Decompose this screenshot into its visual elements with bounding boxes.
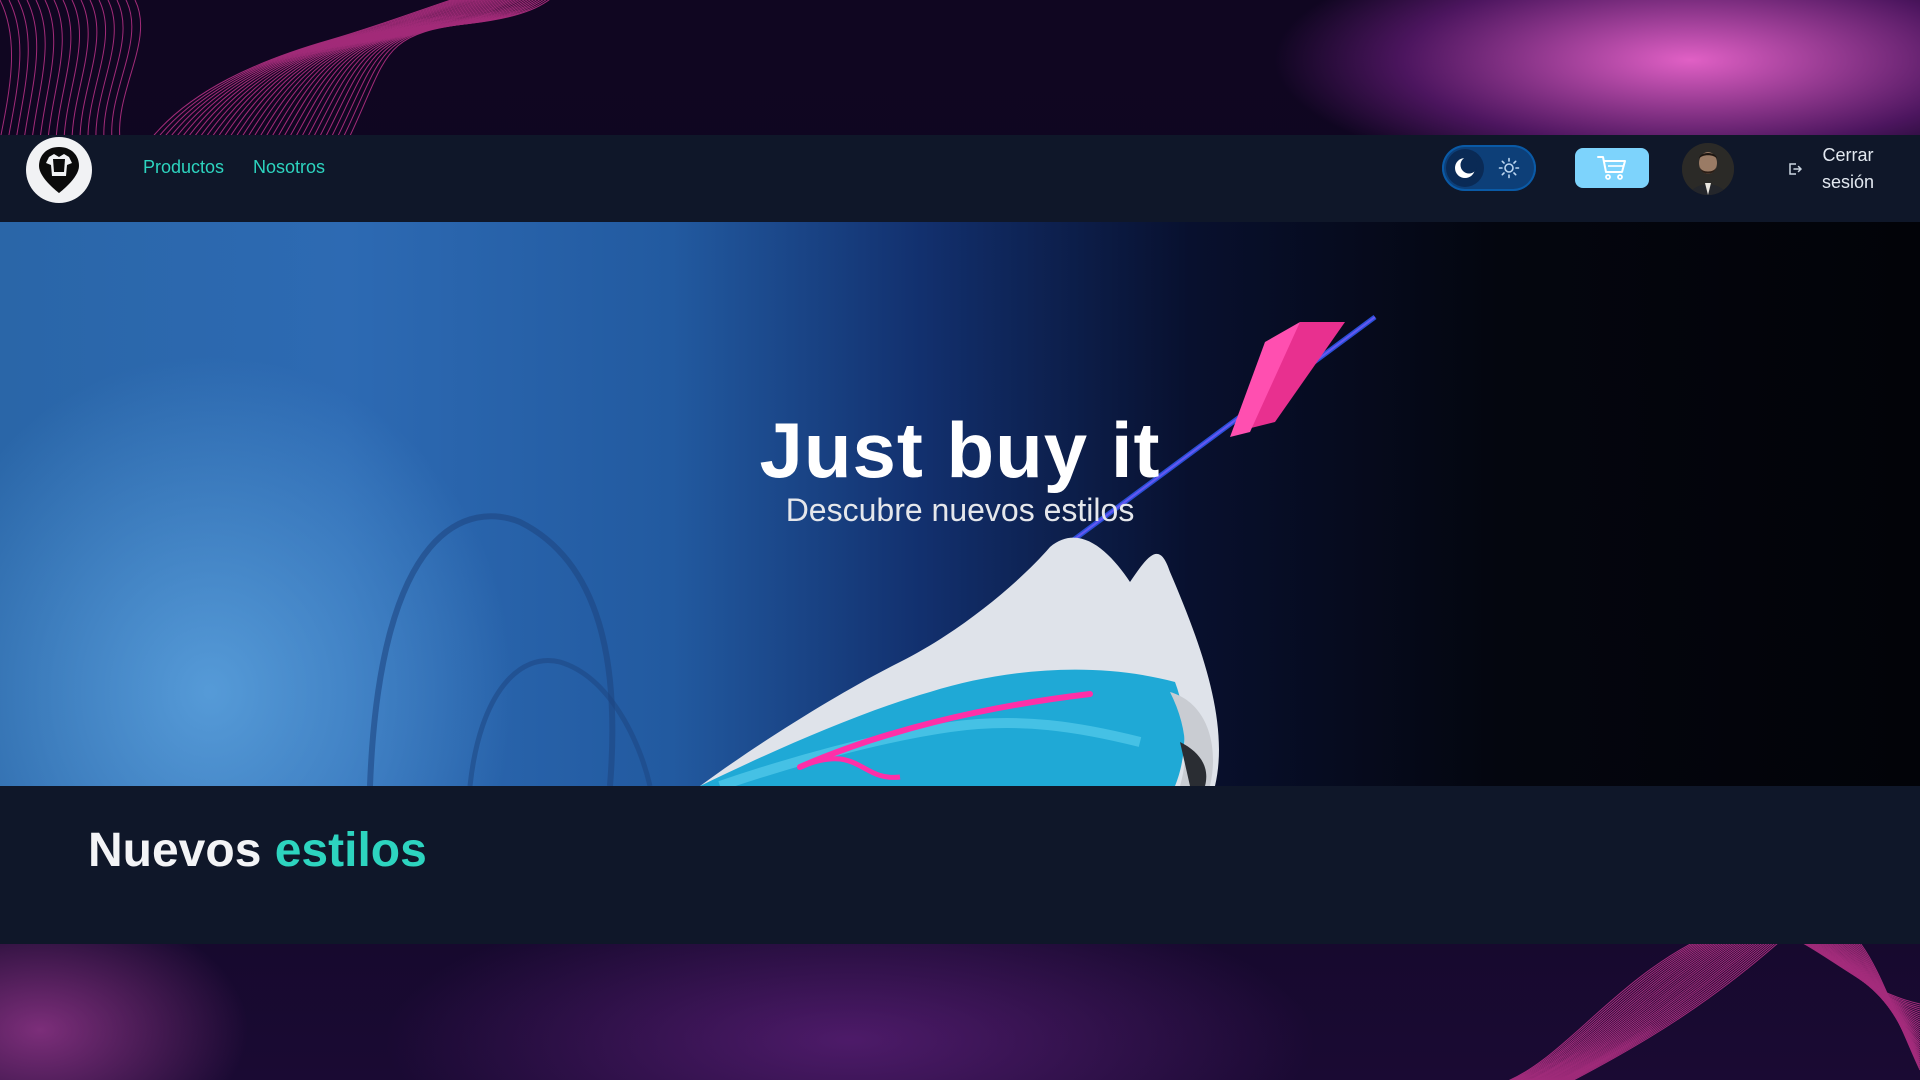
logout-label: Cerrar sesión	[1813, 142, 1883, 196]
cart-button[interactable]	[1575, 148, 1649, 188]
logout-label-line2: sesión	[1821, 172, 1875, 192]
hero-banner: Just buy it Descubre nuevos estilos	[0, 222, 1920, 786]
sun-icon	[1498, 157, 1520, 179]
hero-title: Just buy it	[759, 406, 1161, 494]
nav-link-productos[interactable]: Productos	[143, 157, 224, 178]
logout-label-line1: Cerrar	[1822, 145, 1874, 165]
section-title-plain: Nuevos	[88, 824, 262, 877]
wave-lines-bottom-right	[1508, 944, 1920, 1080]
hero-subtitle: Descubre nuevos estilos	[785, 492, 1135, 528]
moon-icon	[1455, 156, 1477, 178]
user-avatar[interactable]	[1682, 143, 1734, 195]
user-avatar-photo	[1682, 143, 1734, 195]
brand-logo[interactable]	[26, 137, 92, 203]
nav-link-nosotros[interactable]: Nosotros	[253, 157, 325, 178]
section-title: Nuevos estilos	[88, 823, 427, 878]
section-title-accent: estilos	[274, 824, 427, 877]
tshirt-pin-logo-icon	[39, 147, 79, 193]
theme-toggle-knob	[1446, 149, 1484, 187]
theme-toggle[interactable]	[1442, 145, 1536, 191]
cart-icon	[1597, 156, 1626, 180]
wave-lines-top-left	[0, 0, 550, 140]
logout-button[interactable]: Cerrar sesión	[1787, 143, 1883, 195]
logout-icon	[1789, 163, 1803, 175]
